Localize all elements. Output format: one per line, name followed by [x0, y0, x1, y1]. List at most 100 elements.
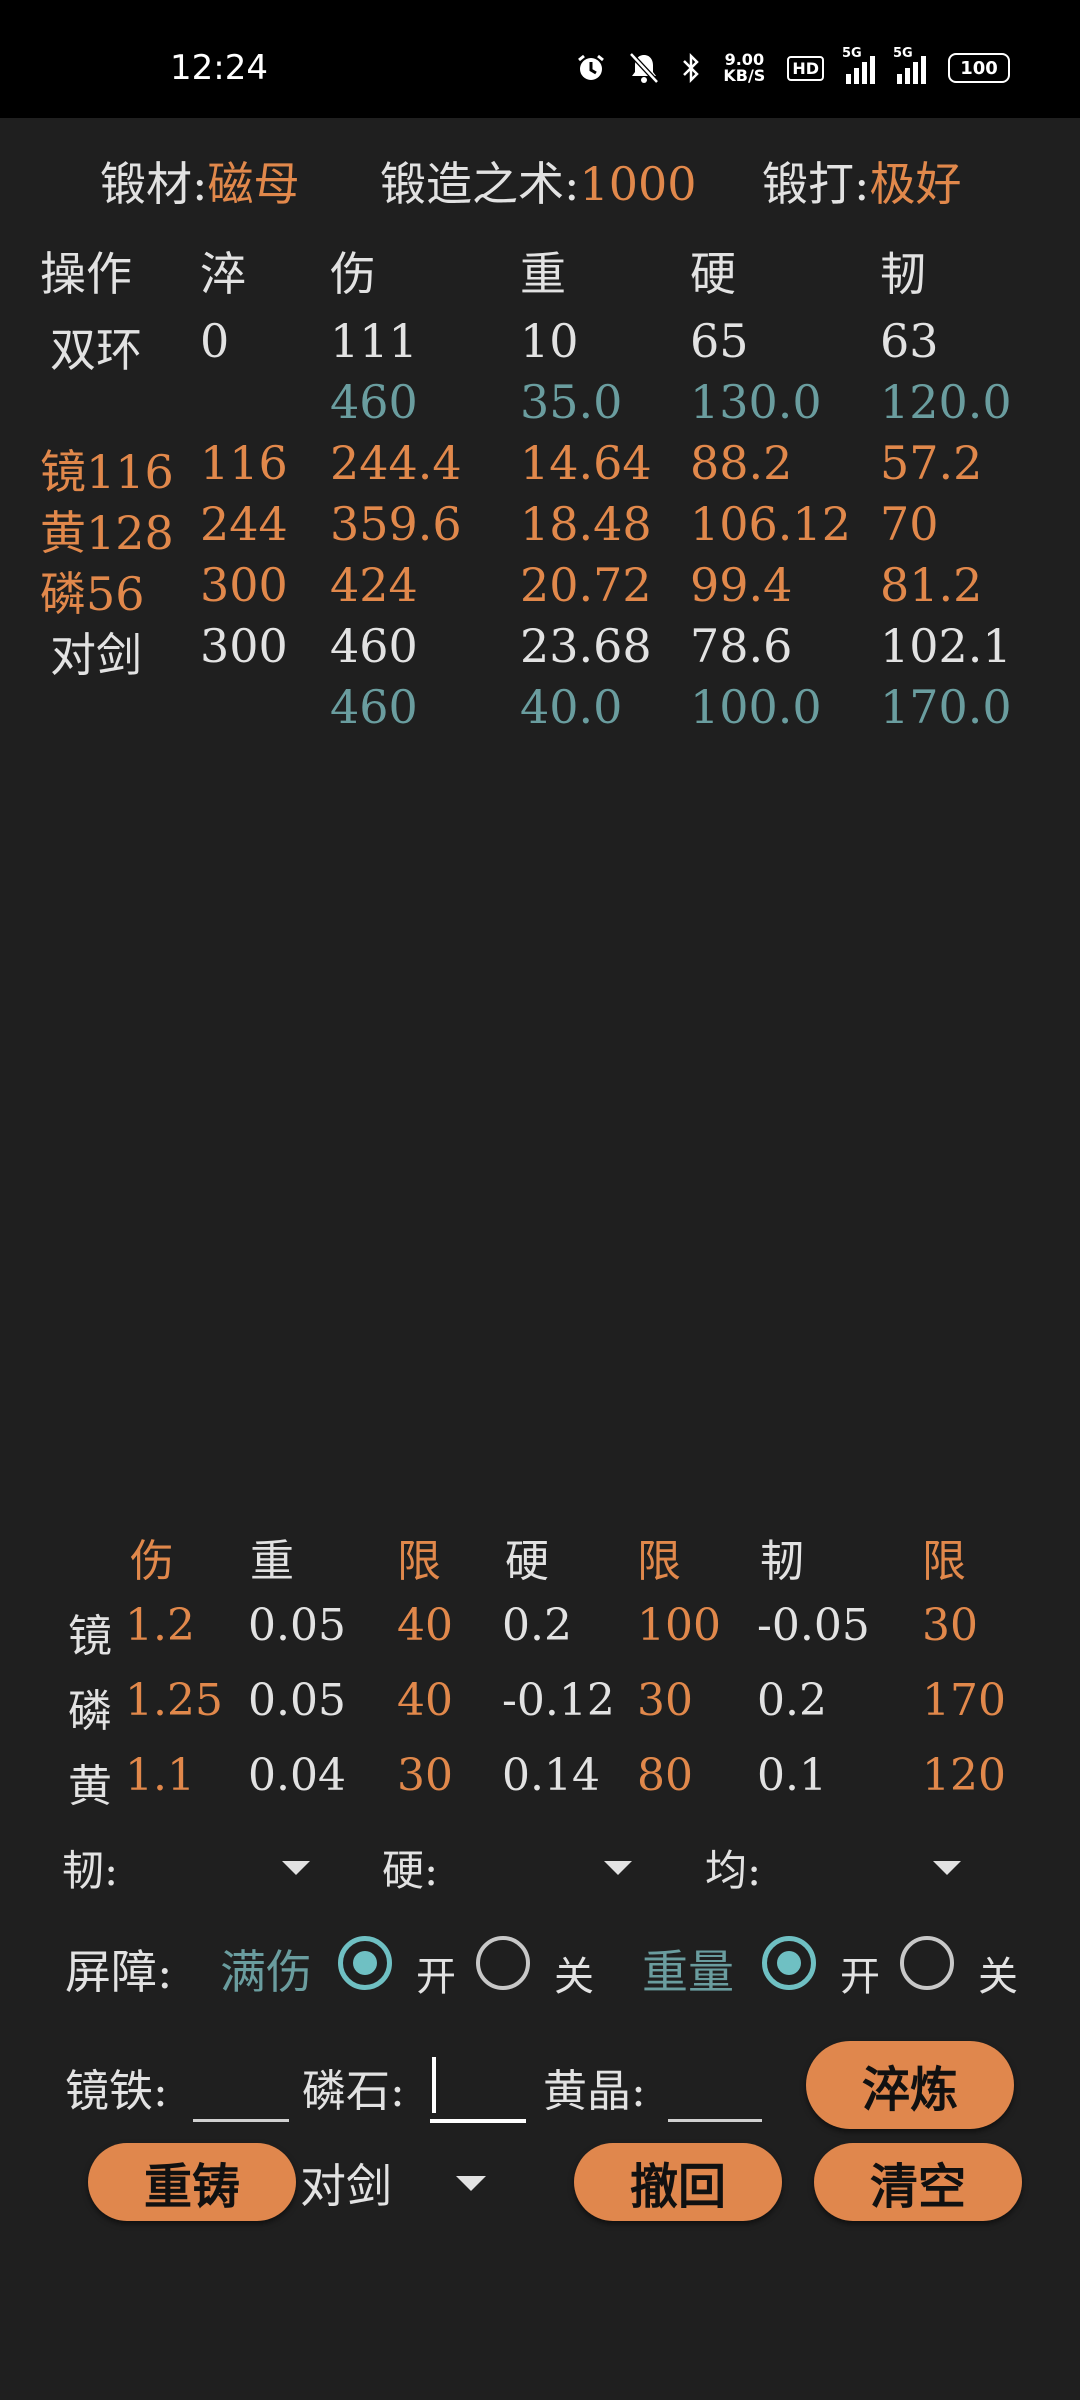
table-cell: 63 — [880, 314, 939, 368]
forge-value: 极好 — [869, 157, 962, 211]
coef-cell: 0.14 — [502, 1750, 600, 1801]
table-cell: 102.1 — [880, 619, 1012, 673]
coef-cell: 1.25 — [125, 1675, 223, 1726]
table-cell: 40.0 — [520, 680, 623, 734]
weapon-select[interactable]: 对剑 — [300, 2150, 392, 2216]
yellow-crystal-input[interactable] — [668, 2119, 762, 2122]
clear-button[interactable]: 清空 — [814, 2143, 1022, 2221]
filter-dropdowns: 韧: 硬: 均: — [0, 1835, 1080, 1899]
table-row: 460 40.0 100.0 170.0 — [0, 680, 1080, 740]
col-header: 伤 — [330, 247, 376, 301]
full-damage-label: 满伤 — [220, 1945, 312, 1999]
phosphor-label: 磷石: — [302, 2066, 405, 2117]
col-header: 韧 — [880, 247, 926, 301]
signal-5g-icon-1: 5G — [842, 46, 875, 84]
coef-cell: 0.1 — [757, 1750, 827, 1801]
table-row: 黄128 244 359.6 18.48 106.12 70 — [0, 497, 1080, 560]
dropdown-arrow-icon — [933, 1861, 961, 1875]
coef-cell: 0.2 — [757, 1675, 827, 1726]
hd-icon: HD — [787, 55, 824, 81]
coef-cell: 40 — [397, 1675, 453, 1726]
table-cell: 244.4 — [330, 436, 462, 490]
barrier-label: 屏障: — [65, 1945, 173, 1999]
full-damage-on-radio[interactable] — [338, 1936, 392, 1990]
coef-cell: 30 — [922, 1600, 978, 1651]
quench-button[interactable]: 淬炼 — [806, 2041, 1014, 2129]
coef-header: 伤 — [130, 1536, 174, 1587]
coef-cell: 80 — [637, 1750, 693, 1801]
table-cell: 20.72 — [520, 558, 652, 612]
table-cell: 35.0 — [520, 375, 623, 429]
material-value: 磁母 — [207, 157, 300, 211]
table-cell: 460 — [330, 375, 418, 429]
undo-button[interactable]: 撤回 — [574, 2143, 782, 2221]
coef-header: 限 — [397, 1536, 441, 1587]
coef-cell: 40 — [397, 1600, 453, 1651]
skill-label: 锻造之术: — [380, 157, 580, 211]
dropdown-arrow-icon[interactable] — [456, 2176, 486, 2191]
coef-name: 黄 — [68, 1761, 112, 1812]
table-cell: 120.0 — [880, 375, 1012, 429]
toughness-dropdown[interactable]: 韧: — [62, 1835, 322, 1899]
col-header: 硬 — [690, 247, 736, 301]
coef-cell: 120 — [922, 1750, 1006, 1801]
hardness-label: 硬: — [382, 1845, 439, 1895]
text-cursor — [432, 2057, 436, 2113]
material-info: 锻材:磁母 — [100, 148, 300, 214]
coef-cell: -0.05 — [757, 1600, 870, 1651]
coef-cell: 1.2 — [125, 1600, 195, 1651]
table-cell: 65 — [690, 314, 749, 368]
coef-cell: 0.2 — [502, 1600, 572, 1651]
material-label: 锻材: — [100, 157, 208, 211]
table-cell: 81.2 — [880, 558, 983, 612]
table-row: 对剑 300 460 23.68 78.6 102.1 — [0, 619, 1080, 682]
mute-bell-icon — [629, 52, 660, 84]
table-cell: 300 — [200, 558, 288, 612]
table-cell: 116 — [200, 436, 288, 490]
table-cell: 130.0 — [690, 375, 822, 429]
weight-off-label: 关 — [978, 1954, 1018, 2000]
weight-off-radio[interactable] — [900, 1936, 954, 1990]
table-cell: 78.6 — [690, 619, 793, 673]
table-cell: 88.2 — [690, 436, 793, 490]
recast-button[interactable]: 重铸 — [88, 2143, 296, 2221]
net-label-1: 5G — [842, 46, 862, 61]
col-header: 淬 — [200, 247, 246, 301]
bluetooth-icon — [681, 52, 701, 84]
forge-label: 锻打: — [762, 157, 870, 211]
table-cell: 黄128 — [40, 506, 174, 560]
coef-cell: 170 — [922, 1675, 1006, 1726]
material-inputs: 镜铁: 磷石: 黄晶: 淬炼 — [0, 2035, 1080, 2135]
full-damage-off-radio[interactable] — [476, 1936, 530, 1990]
table-cell: 70 — [880, 497, 939, 551]
phosphor-input[interactable] — [430, 2119, 526, 2123]
coef-cell: 0.05 — [248, 1600, 346, 1651]
table-cell: 244 — [200, 497, 288, 551]
table-cell: 对剑 — [50, 628, 142, 682]
status-icons: 9.00 KB/S HD 5G 5G 100 — [575, 46, 1010, 85]
full-damage-on-label: 开 — [416, 1954, 456, 2000]
dropdown-arrow-icon — [604, 1861, 632, 1875]
weight-on-radio[interactable] — [762, 1936, 816, 1990]
coef-cell: 30 — [397, 1750, 453, 1801]
table-cell: 100.0 — [690, 680, 822, 734]
weight-on-label: 开 — [840, 1954, 880, 2000]
col-header: 操作 — [40, 247, 132, 301]
balance-dropdown[interactable]: 均: — [705, 1835, 975, 1899]
speed-unit: KB/S — [723, 66, 766, 85]
hardness-dropdown[interactable]: 硬: — [382, 1835, 642, 1899]
coef-header: 重 — [250, 1536, 294, 1587]
table-cell: 镜116 — [40, 445, 174, 499]
mirror-iron-label: 镜铁: — [65, 2066, 168, 2117]
battery-icon: 100 — [948, 53, 1010, 83]
mirror-iron-input[interactable] — [193, 2119, 289, 2122]
coef-cell: 0.04 — [248, 1750, 346, 1801]
yellow-crystal-label: 黄晶: — [543, 2066, 646, 2117]
table-cell: 460 — [330, 619, 418, 673]
coef-name: 镜 — [68, 1611, 112, 1662]
table-cell: 111 — [330, 314, 418, 368]
table-cell: 14.64 — [520, 436, 652, 490]
col-header: 重 — [520, 247, 566, 301]
signal-5g-icon-2: 5G — [893, 46, 926, 84]
table-cell: 18.48 — [520, 497, 652, 551]
